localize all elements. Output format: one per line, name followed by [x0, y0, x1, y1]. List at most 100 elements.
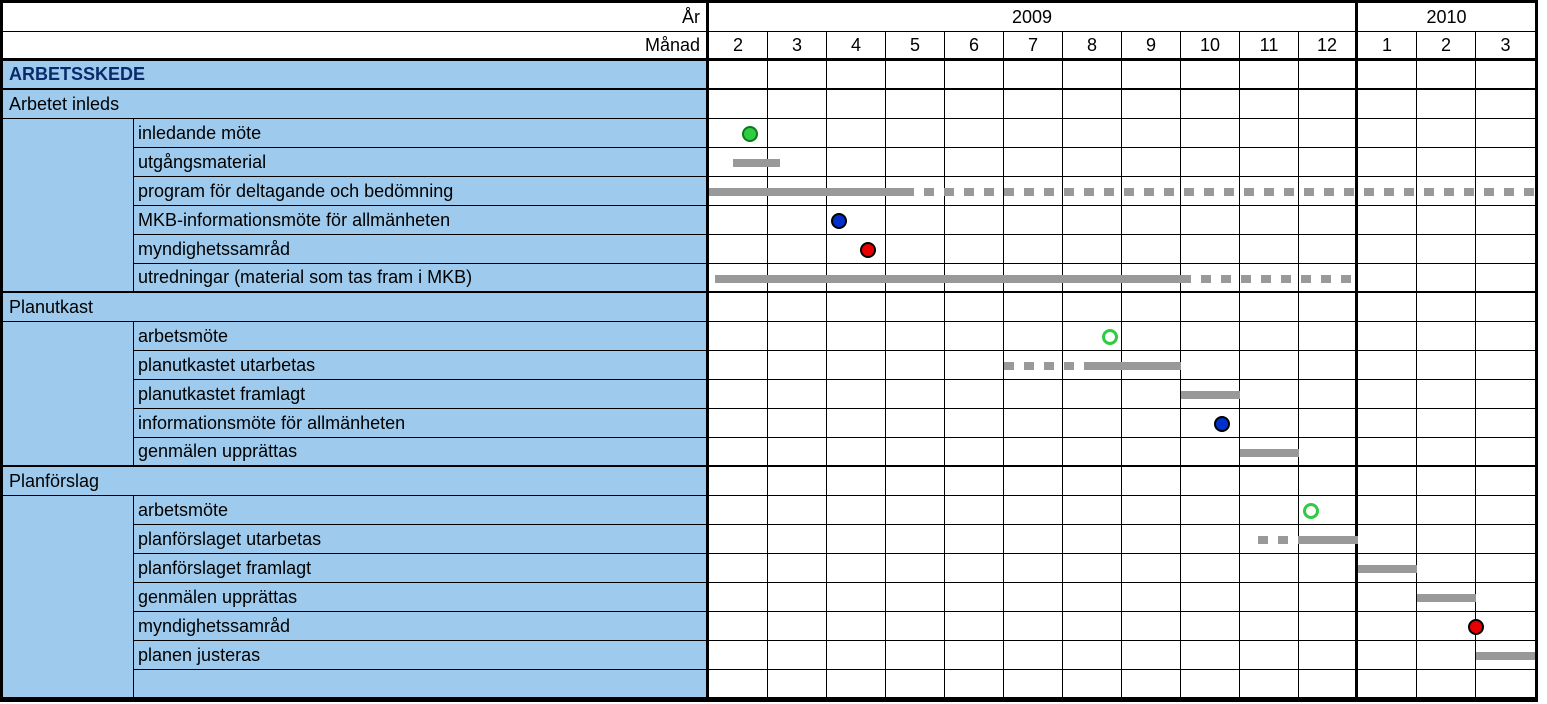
task-label: utredningar (material som tas fram i MKB…	[133, 264, 706, 293]
month-cell	[1122, 409, 1181, 438]
month-cell: 5	[886, 32, 945, 61]
gantt-milestone	[831, 213, 847, 229]
month-cell	[886, 148, 945, 177]
task-timeline	[709, 525, 1535, 554]
month-cell: 2	[1417, 32, 1476, 61]
month-cell	[768, 322, 827, 351]
month-cell	[1004, 583, 1063, 612]
month-cell	[1476, 612, 1535, 641]
month-cell	[709, 380, 768, 409]
month-cell	[1181, 293, 1240, 322]
month-cell	[1240, 583, 1299, 612]
group-row: Planutkast	[3, 293, 709, 322]
task-indent	[3, 496, 133, 525]
month-cell	[945, 351, 1004, 380]
task-label: MKB-informationsmöte för allmänheten	[133, 206, 706, 235]
month-cell	[1063, 293, 1122, 322]
month-cell	[945, 467, 1004, 496]
month-cell	[1476, 380, 1535, 409]
month-cell	[1417, 438, 1476, 467]
month-cell	[945, 438, 1004, 467]
month-cell	[1417, 496, 1476, 525]
gantt-bar	[1181, 391, 1240, 399]
month-cell	[945, 293, 1004, 322]
month-cell	[1417, 409, 1476, 438]
month-cell	[1122, 467, 1181, 496]
month-cell	[827, 119, 886, 148]
month-cell	[709, 235, 768, 264]
month-cell	[1063, 409, 1122, 438]
month-cell	[827, 670, 886, 699]
task-row: informationsmöte för allmänheten	[3, 409, 709, 438]
task-indent	[3, 554, 133, 583]
task-indent	[3, 438, 133, 467]
task-row	[3, 670, 709, 699]
month-cell	[768, 612, 827, 641]
task-indent	[3, 525, 133, 554]
month-cell	[886, 409, 945, 438]
month-cell	[1004, 206, 1063, 235]
task-row: planutkastet framlagt	[3, 380, 709, 409]
month-cell	[1181, 496, 1240, 525]
month-cell	[768, 351, 827, 380]
month-cell	[709, 438, 768, 467]
task-row: genmälen upprättas	[3, 583, 709, 612]
month-cell	[1181, 61, 1240, 90]
month-cell	[1476, 496, 1535, 525]
month-cell	[1476, 235, 1535, 264]
task-indent	[3, 351, 133, 380]
month-cell	[1240, 641, 1299, 670]
year-label: 2010	[1358, 3, 1535, 32]
month-cell: 10	[1181, 32, 1240, 61]
month-cell: 6	[945, 32, 1004, 61]
task-row: planen justeras	[3, 641, 709, 670]
month-cell	[1358, 496, 1417, 525]
month-cell	[768, 206, 827, 235]
gantt-bar	[904, 188, 1535, 196]
task-indent	[3, 264, 133, 293]
task-row: MKB-informationsmöte för allmänheten	[3, 206, 709, 235]
month-cell: 9	[1122, 32, 1181, 61]
month-cell	[768, 409, 827, 438]
month-cell	[1063, 438, 1122, 467]
month-cell	[1476, 148, 1535, 177]
month-cell	[1122, 525, 1181, 554]
gantt-milestone	[1303, 503, 1319, 519]
section-row: ARBETSSKEDE	[3, 61, 709, 90]
month-cell	[768, 496, 827, 525]
task-label: planförslaget utarbetas	[133, 525, 706, 554]
month-cell	[1240, 670, 1299, 699]
month-cell	[1476, 264, 1535, 293]
month-cell	[1240, 554, 1299, 583]
month-cell	[827, 525, 886, 554]
gantt-milestone	[742, 126, 758, 142]
task-row: utredningar (material som tas fram i MKB…	[3, 264, 709, 293]
group-row: Arbetet inleds	[3, 90, 709, 119]
month-cell	[827, 496, 886, 525]
month-cell	[1358, 61, 1417, 90]
task-label: planutkastet utarbetas	[133, 351, 706, 380]
month-cell	[945, 90, 1004, 119]
month-cell	[709, 90, 768, 119]
month-cell	[1299, 90, 1358, 119]
task-indent	[3, 583, 133, 612]
month-cell	[827, 583, 886, 612]
month-cell: 4	[827, 32, 886, 61]
gantt-bar	[1258, 536, 1299, 544]
month-cell	[1417, 61, 1476, 90]
task-row: arbetsmöte	[3, 322, 709, 351]
month-cell	[1417, 322, 1476, 351]
task-label: program för deltagande och bedömning	[133, 177, 706, 206]
month-cell	[827, 61, 886, 90]
month-cell	[1240, 380, 1299, 409]
gantt-milestone	[860, 242, 876, 258]
month-cell	[768, 467, 827, 496]
month-cell	[1063, 467, 1122, 496]
month-cell	[1417, 119, 1476, 148]
task-indent	[3, 119, 133, 148]
task-row: inledande möte	[3, 119, 709, 148]
gantt-milestone	[1214, 416, 1230, 432]
month-cell	[1063, 554, 1122, 583]
month-cell	[1122, 293, 1181, 322]
month-cell	[1358, 380, 1417, 409]
